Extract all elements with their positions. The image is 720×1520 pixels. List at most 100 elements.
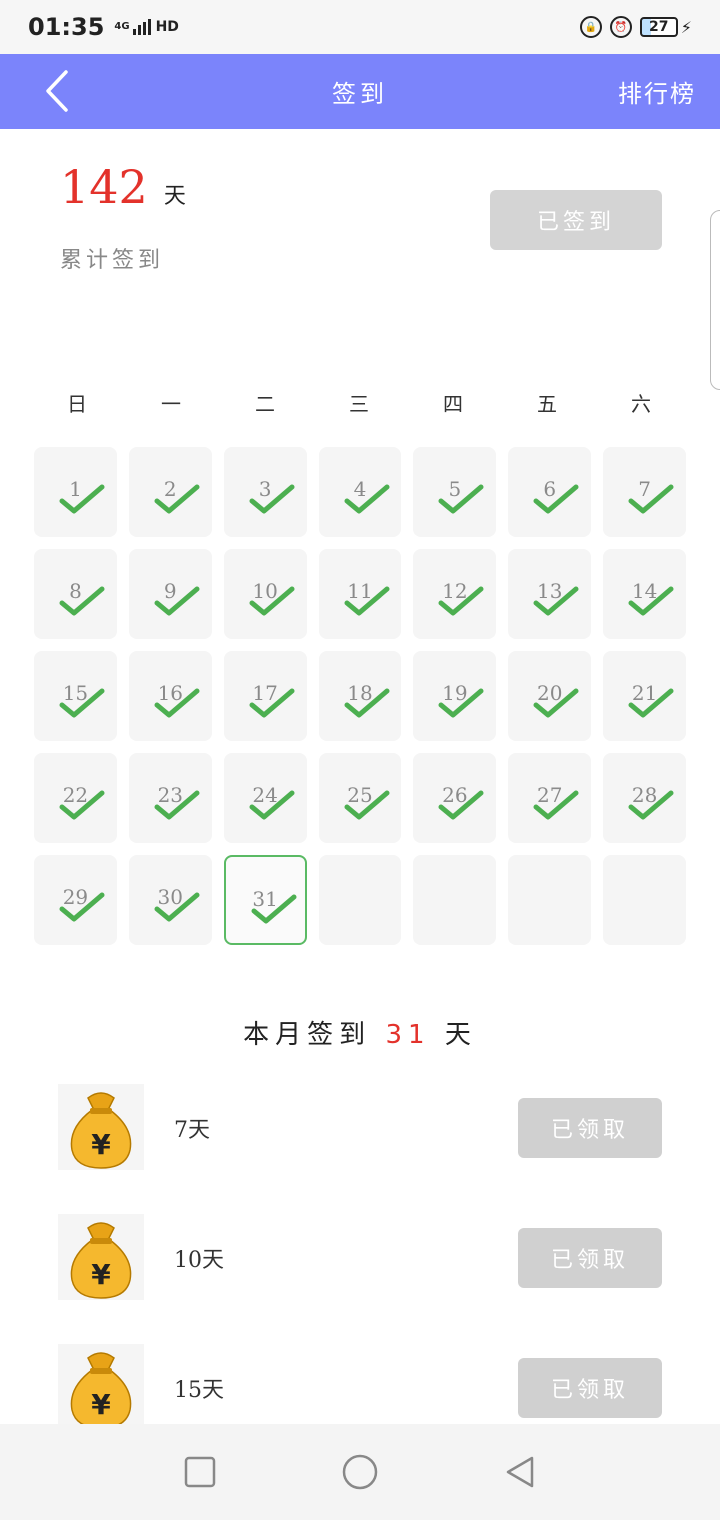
network-indicator: 4G HD (114, 19, 179, 35)
checkmark-icon (59, 892, 105, 922)
calendar-day-cell[interactable]: 19 (413, 651, 497, 741)
calendar-empty-cell (318, 855, 402, 945)
calendar-day-cell[interactable]: 17 (223, 651, 307, 741)
status-bar: 01:35 4G HD 🔒 ⏰ 27 ⚡ (0, 0, 720, 54)
calendar-day-cell[interactable]: 12 (413, 549, 497, 639)
calendar-day-cell[interactable]: 1 (34, 447, 117, 537)
calendar-day-cell[interactable]: 28 (603, 753, 687, 843)
side-scroll-handle[interactable] (710, 210, 720, 390)
reward-item: ¥7天 已领取 (58, 1084, 662, 1170)
calendar-day-cell[interactable]: 16 (128, 651, 212, 741)
calendar-day-cell[interactable]: 7 (603, 447, 687, 537)
calendar-week-row: 22 23 24 25 26 27 28 (34, 753, 687, 843)
checkmark-icon (628, 484, 674, 514)
calendar-week-row: 15 16 17 18 19 20 21 (34, 651, 687, 741)
checkmark-icon (438, 688, 484, 718)
calendar-day-cell[interactable]: 31 (223, 855, 307, 945)
weekday-label: 三 (349, 392, 369, 416)
money-bag-icon: ¥ (58, 1344, 144, 1430)
checkmark-icon (249, 586, 295, 616)
lock-rotation-icon: 🔒 (579, 16, 602, 38)
calendar-day-cell[interactable]: 15 (34, 651, 117, 741)
total-days-label: 累计签到 (60, 248, 165, 273)
calendar-day-cell[interactable]: 23 (128, 753, 212, 843)
reward-days-label: 15天 (174, 1378, 224, 1403)
checkmark-icon (438, 790, 484, 820)
checkmark-icon (249, 790, 295, 820)
battery-level: 27 (639, 17, 678, 37)
checkmark-icon (59, 688, 105, 718)
checkmark-icon (438, 484, 484, 514)
weekday-label: 四 (443, 392, 463, 416)
signed-button[interactable]: 已签到 (490, 190, 662, 250)
claimed-button[interactable]: 已领取 (518, 1358, 662, 1418)
checkmark-icon (154, 790, 200, 820)
status-time: 01:35 (28, 13, 105, 41)
ranking-link[interactable]: 排行榜 (618, 74, 696, 109)
calendar-day-cell[interactable]: 30 (128, 855, 212, 945)
claimed-button[interactable]: 已领取 (518, 1228, 662, 1288)
reward-item: ¥15天 已领取 (58, 1344, 662, 1430)
calendar-day-cell[interactable]: 9 (128, 549, 212, 639)
page-title: 签到 (332, 80, 388, 108)
checkmark-icon (344, 790, 390, 820)
svg-text:¥: ¥ (91, 1388, 111, 1421)
checkmark-icon (533, 790, 579, 820)
checkmark-icon (154, 688, 200, 718)
calendar-day-cell[interactable]: 29 (34, 855, 117, 945)
sign-in-summary: 142 天 累计签到 (60, 160, 186, 274)
checkmark-icon (59, 790, 105, 820)
reward-days-label: 10天 (174, 1248, 224, 1273)
calendar-week-row: 1234567 (34, 447, 687, 537)
svg-text:¥: ¥ (91, 1128, 111, 1161)
calendar-day-cell[interactable]: 5 (413, 447, 497, 537)
calendar-day-cell[interactable]: 18 (318, 651, 402, 741)
checkmark-icon (154, 892, 200, 922)
svg-text:¥: ¥ (91, 1258, 111, 1291)
alarm-icon: ⏰ (609, 16, 632, 38)
month-summary-suffix: 天 (444, 1020, 477, 1050)
checkmark-icon (533, 586, 579, 616)
calendar-day-cell[interactable]: 25 (318, 753, 402, 843)
calendar-day-cell[interactable]: 4 (318, 447, 402, 537)
checkmark-icon (438, 586, 484, 616)
checkmark-icon (251, 894, 297, 924)
calendar-day-cell[interactable]: 27 (508, 753, 592, 843)
calendar-day-cell[interactable]: 14 (603, 549, 687, 639)
month-summary-count: 31 (385, 1020, 431, 1050)
calendar-empty-cell (603, 855, 686, 945)
total-days-count: 142 (60, 160, 148, 214)
calendar-week-row: 29 30 31 (34, 855, 686, 945)
calendar-day-cell[interactable]: 3 (223, 447, 307, 537)
home-button[interactable] (340, 1452, 380, 1492)
calendar-day-cell[interactable]: 6 (508, 447, 592, 537)
checkmark-icon (628, 586, 674, 616)
calendar-day-cell[interactable]: 22 (34, 753, 117, 843)
calendar-day-cell[interactable]: 11 (318, 549, 402, 639)
claimed-button[interactable]: 已领取 (518, 1098, 662, 1158)
calendar-week-row: 8 9 10 11 12 13 14 (34, 549, 687, 639)
weekday-label: 五 (537, 392, 557, 416)
network-type: 4G (114, 21, 130, 32)
back-nav-button[interactable] (500, 1452, 540, 1492)
total-days-row: 142 天 (60, 160, 186, 214)
weekday-label: 二 (255, 392, 275, 416)
calendar-day-cell[interactable]: 24 (223, 753, 307, 843)
calendar-day-cell[interactable]: 26 (413, 753, 497, 843)
weekday-label: 一 (161, 392, 181, 416)
triangle-back-icon (506, 1456, 534, 1488)
money-bag-icon: ¥ (58, 1084, 144, 1170)
checkmark-icon (533, 688, 579, 718)
calendar-day-cell[interactable]: 8 (34, 549, 117, 639)
hd-badge: HD (155, 19, 179, 35)
calendar-day-cell[interactable]: 20 (508, 651, 592, 741)
reward-item: ¥10天 已领取 (58, 1214, 662, 1300)
calendar-day-cell[interactable]: 13 (508, 549, 592, 639)
reward-days-label: 7天 (174, 1118, 210, 1143)
recent-apps-button[interactable] (180, 1452, 220, 1492)
calendar-day-cell[interactable]: 21 (603, 651, 687, 741)
checkmark-icon (249, 484, 295, 514)
calendar-day-cell[interactable]: 10 (223, 549, 307, 639)
calendar-day-cell[interactable]: 2 (128, 447, 212, 537)
weekday-header: 日一二三四五六 (30, 388, 690, 417)
